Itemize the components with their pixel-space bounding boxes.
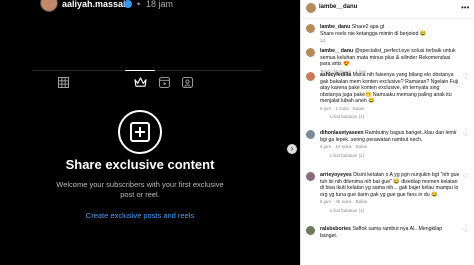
- active-tab-indicator: [125, 70, 155, 71]
- comment-meta: 5 jam · 1 suka · Balas: [320, 105, 365, 111]
- comment-user[interactable]: ashleyfedilla: [320, 72, 351, 78]
- view-replies-button[interactable]: Lihat balasan (1): [320, 153, 460, 160]
- avatar[interactable]: [306, 130, 315, 139]
- separator-dot: •: [137, 0, 141, 9]
- heart-icon[interactable]: ♡: [463, 74, 468, 81]
- profile-header: aaliyah.massaid • 18 jam: [0, 0, 300, 12]
- heart-icon[interactable]: ♡: [463, 228, 468, 235]
- tab-grid[interactable]: [56, 75, 70, 89]
- profile-username[interactable]: aaliyah.massaid: [62, 0, 131, 9]
- avatar[interactable]: [306, 48, 315, 57]
- comment-user[interactable]: ralsbsbories: [320, 226, 351, 232]
- tagged-icon: [181, 76, 193, 88]
- author-avatar[interactable]: [306, 3, 316, 13]
- avatar[interactable]: [306, 172, 315, 181]
- avatar[interactable]: [306, 72, 315, 81]
- reels-icon: [158, 76, 170, 88]
- comment-user[interactable]: dihonlasetyaseen: [320, 130, 364, 136]
- comment-meta: 6 jam · 10 suka · Balas: [320, 144, 367, 149]
- sponsor-user[interactable]: lambe__danu: [320, 48, 353, 54]
- comment-user[interactable]: arrieyoyeyes: [320, 172, 352, 178]
- post-time: 18 jam: [146, 0, 174, 9]
- profile-avatar[interactable]: [40, 0, 58, 12]
- heart-icon[interactable]: ♡: [463, 132, 468, 139]
- tab-tagged[interactable]: [180, 75, 194, 89]
- empty-state-title: Share exclusive content: [65, 157, 215, 172]
- comments-panel: lambe__danu ••• lambe_danu Share2 apa gt…: [300, 0, 474, 265]
- avatar[interactable]: [306, 226, 315, 235]
- author-username[interactable]: lambe__danu: [319, 4, 357, 10]
- avatar[interactable]: [306, 24, 315, 33]
- create-exclusive-icon[interactable]: [118, 110, 162, 154]
- more-options-icon[interactable]: •••: [461, 3, 469, 12]
- grid-icon: [57, 76, 69, 88]
- tab-reels[interactable]: [157, 75, 171, 89]
- post-media-panel: aaliyah.massaid • 18 jam Share exclusive…: [0, 0, 300, 265]
- heart-icon[interactable]: ♡: [463, 174, 468, 181]
- comment-meta: 5 jam · 45 suka · Balas: [320, 199, 367, 204]
- tab-exclusive[interactable]: [133, 75, 147, 89]
- empty-state-description: Welcome your subscribers with your first…: [56, 180, 224, 199]
- caption-text-2: Share reels nie ketangga mimin dl berjoi…: [320, 30, 427, 37]
- caption-user[interactable]: lambe_danu: [320, 24, 350, 30]
- plus-icon: [130, 122, 150, 142]
- comments-header: lambe__danu •••: [301, 0, 474, 19]
- next-arrow-icon[interactable]: ›: [287, 144, 297, 154]
- create-exclusive-link[interactable]: Create exclusive posts and reels: [40, 211, 240, 220]
- profile-tabs: [32, 70, 262, 93]
- caption-time: 1d: [320, 38, 326, 43]
- verified-icon: [124, 0, 132, 8]
- crown-icon: [133, 76, 147, 87]
- view-replies-button[interactable]: Lihat balasan (1): [320, 208, 460, 215]
- caption-text: Share2 apa gt: [351, 24, 385, 30]
- view-replies-button[interactable]: Lihat balasan (4): [320, 114, 460, 121]
